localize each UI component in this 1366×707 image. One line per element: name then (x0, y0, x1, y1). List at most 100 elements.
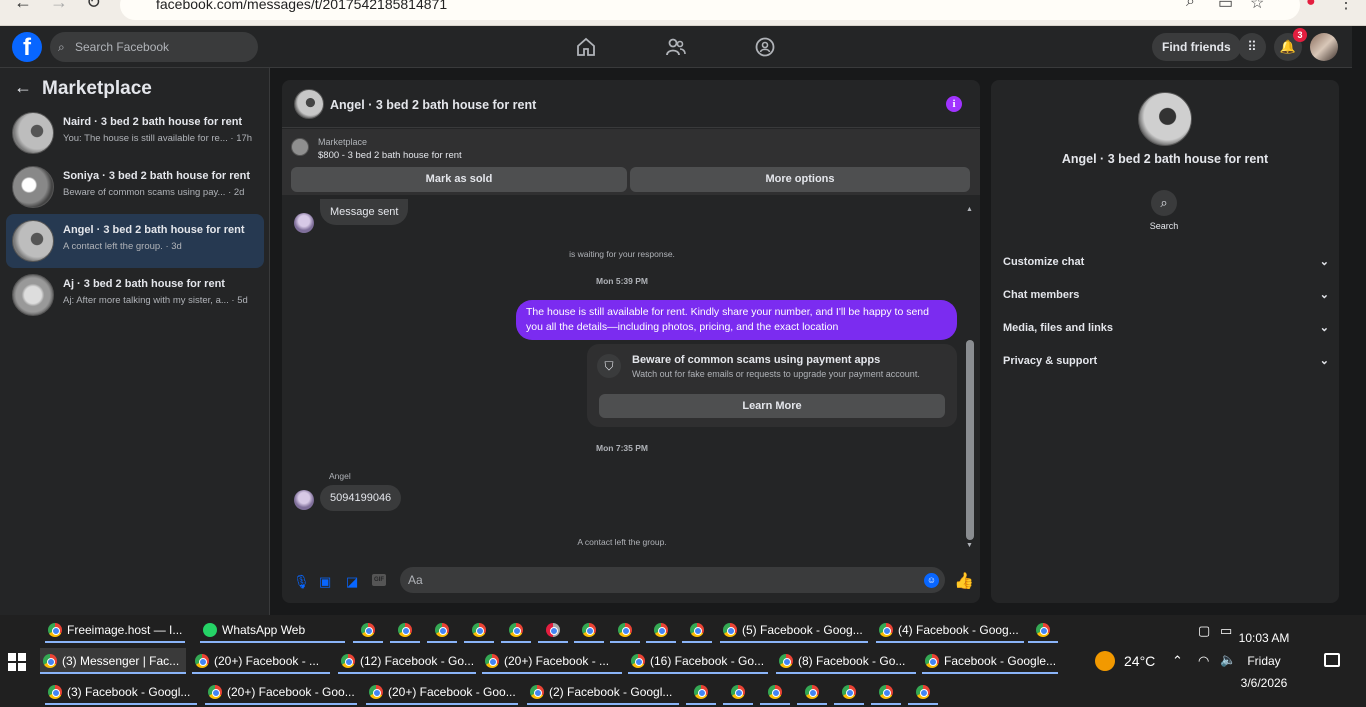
listing-title[interactable]: $800 - 3 bed 2 bath house for rent (318, 150, 462, 161)
apps-menu-icon[interactable]: ⠿ (1238, 33, 1266, 61)
conversation-title[interactable]: Angel · 3 bed 2 bath house for rent (330, 98, 536, 112)
taskbar-window[interactable]: Freeimage.host — I... (45, 617, 185, 643)
cast-icon[interactable]: ▭ (1218, 0, 1233, 13)
microphone-icon[interactable]: 🎙 (293, 574, 310, 590)
taskbar-window[interactable]: (20+) Facebook - Goo... (366, 679, 518, 705)
message-scrollbar[interactable]: ▲ ▼ (966, 206, 974, 552)
more-options-button[interactable]: More options (630, 167, 970, 192)
taskbar-window[interactable]: (3) Facebook - Googl... (45, 679, 197, 705)
browser-toolbar: ← → ↻ facebook.com/messages/t/2017542185… (0, 0, 1366, 26)
thumbs-up-icon[interactable]: 👍 (954, 571, 974, 591)
chrome-icon (361, 623, 375, 637)
taskbar-window[interactable] (760, 679, 790, 705)
taskbar-window[interactable] (908, 679, 938, 705)
chrome-icon (48, 685, 62, 699)
conversation-avatar[interactable] (294, 89, 324, 119)
volume-icon[interactable]: 🔈 (1220, 652, 1236, 668)
weather-sun-icon[interactable] (1095, 651, 1115, 671)
back-arrow-icon[interactable]: ← (14, 77, 32, 98)
chat-item-active[interactable]: Angel · 3 bed 2 bath house for rent A co… (6, 214, 264, 268)
taskbar-window[interactable]: (2) Facebook - Googl... (527, 679, 679, 705)
photo-icon[interactable]: ▣ (319, 574, 331, 590)
page-scrollbar[interactable] (1352, 26, 1366, 615)
taskbar-window[interactable] (682, 617, 712, 643)
taskbar-window[interactable] (646, 617, 676, 643)
chat-name: Aj · 3 bed 2 bath house for rent (63, 278, 225, 290)
find-friends-button[interactable]: Find friends (1152, 33, 1241, 61)
taskbar-window[interactable] (834, 679, 864, 705)
scrollbar-thumb[interactable] (966, 340, 974, 540)
learn-more-button[interactable]: Learn More (599, 394, 945, 418)
forward-arrow-icon[interactable]: → (50, 0, 68, 13)
friends-icon[interactable] (665, 36, 687, 58)
emoji-icon[interactable]: ☺ (924, 573, 939, 588)
chevron-up-icon[interactable]: ⌃ (1172, 653, 1183, 669)
taskbar-window[interactable] (353, 617, 383, 643)
sticker-icon[interactable]: ◪ (346, 574, 358, 590)
taskbar-window[interactable] (464, 617, 494, 643)
taskbar-window[interactable]: (20+) Facebook - ... (482, 648, 622, 674)
info-icon[interactable]: i (946, 96, 962, 112)
notification-center-icon[interactable] (1324, 653, 1340, 667)
clock-time[interactable]: 10:03 AM (1236, 631, 1292, 645)
listing-thumbnail[interactable] (291, 138, 309, 156)
search-placeholder: Search Facebook (75, 40, 170, 54)
taskbar-window[interactable] (686, 679, 716, 705)
profile-avatar[interactable] (1310, 33, 1338, 61)
taskbar-window[interactable]: (4) Facebook - Goog... (876, 617, 1024, 643)
temperature[interactable]: 24°C (1124, 653, 1155, 669)
taskbar-window[interactable]: (16) Facebook - Go... (628, 648, 768, 674)
address-bar[interactable]: facebook.com/messages/t/2017542185814871 (120, 0, 1300, 20)
taskbar-window[interactable]: (8) Facebook - Go... (776, 648, 916, 674)
taskbar-window[interactable] (797, 679, 827, 705)
taskbar-window[interactable] (390, 617, 420, 643)
facebook-logo[interactable]: f (12, 32, 42, 62)
message-input[interactable]: Aa (400, 567, 945, 593)
gif-icon[interactable]: GIF (372, 574, 386, 586)
search-in-chat-icon[interactable]: ⌕ (1151, 190, 1177, 216)
profile-icon[interactable]: ● (1306, 0, 1316, 11)
taskbar-window[interactable] (427, 617, 457, 643)
mark-as-sold-button[interactable]: Mark as sold (291, 167, 627, 192)
chat-item[interactable]: Soniya · 3 bed 2 bath house for rent Bew… (6, 160, 264, 214)
menu-icon[interactable]: ⋮ (1338, 0, 1354, 13)
section-privacy-support[interactable]: Privacy & support ⌄ (1003, 355, 1329, 375)
taskbar-window[interactable]: (5) Facebook - Goog... (720, 617, 868, 643)
chat-item[interactable]: Aj · 3 bed 2 bath house for rent Aj: Aft… (6, 268, 264, 322)
clock-date[interactable]: 3/6/2026 (1236, 676, 1292, 690)
home-icon[interactable] (575, 36, 597, 58)
taskbar-window[interactable]: WhatsApp Web (200, 617, 345, 643)
notification-count-badge: 3 (1293, 28, 1307, 42)
chat-item[interactable]: Naird · 3 bed 2 bath house for rent You:… (6, 106, 264, 160)
meet-now-icon[interactable]: ▢ (1198, 623, 1210, 639)
chat-thumbnail (12, 220, 54, 262)
taskbar-window[interactable] (1028, 617, 1058, 643)
search-input[interactable]: ⌕ Search Facebook (50, 32, 258, 62)
chrome-icon (509, 623, 523, 637)
taskbar-window-active[interactable]: (3) Messenger | Fac... (40, 648, 186, 674)
battery-icon[interactable]: ▭ (1220, 623, 1232, 639)
taskbar-window[interactable]: (20+) Facebook - Goo... (205, 679, 357, 705)
scroll-up-icon[interactable]: ▲ (966, 206, 973, 213)
clock-day[interactable]: Friday (1236, 654, 1292, 668)
reload-icon[interactable]: ↻ (86, 0, 101, 13)
groups-icon[interactable] (754, 36, 776, 58)
windows-start-icon[interactable] (8, 653, 26, 671)
taskbar-window[interactable] (501, 617, 531, 643)
taskbar-window[interactable]: (12) Facebook - Go... (338, 648, 476, 674)
taskbar-window[interactable] (574, 617, 604, 643)
section-customize-chat[interactable]: Customize chat ⌄ (1003, 256, 1329, 276)
back-arrow-icon[interactable]: ← (14, 0, 32, 13)
section-media-files[interactable]: Media, files and links ⌄ (1003, 322, 1329, 342)
taskbar-window[interactable] (723, 679, 753, 705)
taskbar-window[interactable] (871, 679, 901, 705)
taskbar-window[interactable]: Facebook - Google... (922, 648, 1058, 674)
star-icon[interactable]: ☆ (1250, 0, 1264, 13)
section-chat-members[interactable]: Chat members ⌄ (1003, 289, 1329, 309)
wifi-icon[interactable]: ◠ (1198, 653, 1209, 669)
taskbar-window[interactable]: (20+) Facebook - ... (192, 648, 330, 674)
taskbar-window[interactable] (538, 617, 568, 643)
taskbar-window[interactable] (610, 617, 640, 643)
scroll-down-icon[interactable]: ▼ (966, 542, 973, 549)
search-icon[interactable]: ⌕ (1186, 0, 1195, 11)
